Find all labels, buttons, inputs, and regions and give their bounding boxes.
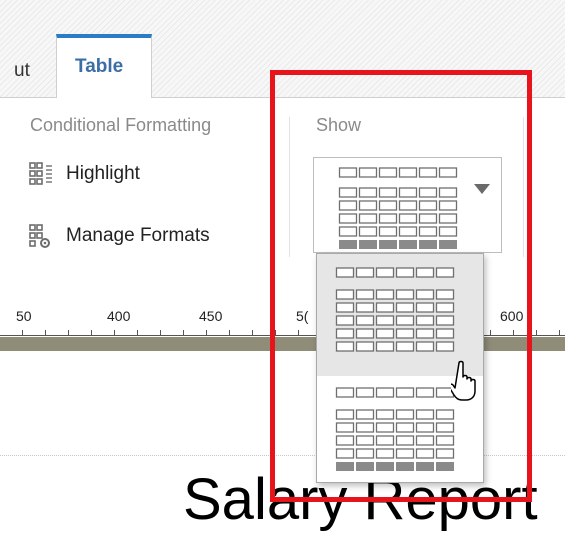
- ruler-tick: [298, 330, 299, 336]
- highlight-icon: [29, 162, 52, 185]
- tab-table-label: Table: [75, 56, 124, 77]
- group-divider: [289, 117, 290, 257]
- ruler-tick: [137, 330, 138, 336]
- ruler-tick: [206, 330, 207, 336]
- ruler-tick: [91, 330, 92, 336]
- manage-formats-label: Manage Formats: [66, 225, 210, 246]
- chevron-down-icon[interactable]: [474, 184, 490, 194]
- ruler-label: 50: [16, 308, 32, 324]
- show-title: Show: [316, 115, 362, 135]
- show-dropdown[interactable]: [313, 157, 502, 253]
- tab-table[interactable]: Table: [56, 34, 152, 98]
- ruler-label: 400: [107, 308, 131, 324]
- hand-cursor-icon: [451, 360, 476, 401]
- manage-formats-button[interactable]: Manage Formats: [28, 222, 210, 250]
- ruler-tick: [229, 330, 230, 336]
- ruler-tick: [160, 330, 161, 336]
- option-table-grid-plain[interactable]: [317, 254, 483, 376]
- tab-strip: ut Table: [0, 0, 565, 98]
- table-grid-plain-icon: [335, 267, 455, 352]
- highlight-button[interactable]: Highlight: [28, 160, 140, 188]
- ruler-label: 5(: [296, 308, 309, 324]
- ruler-tick: [536, 330, 537, 336]
- manage-formats-icon: [29, 224, 50, 248]
- ruler-tick: [183, 330, 184, 336]
- ruler-tick: [22, 330, 23, 336]
- ruler-tick: [490, 330, 491, 336]
- ruler-tick: [513, 330, 514, 336]
- group-divider-right: [523, 117, 524, 257]
- table-grid-with-totals-icon: [335, 387, 455, 471]
- ruler-label: 450: [199, 308, 223, 324]
- highlight-label: Highlight: [66, 163, 140, 184]
- ruler-tick: [114, 330, 115, 336]
- ruler-tick: [559, 330, 560, 336]
- conditional-formatting-title: Conditional Formatting: [30, 115, 212, 135]
- ruler-label: 600: [500, 308, 524, 324]
- table-grid-with-totals-icon: [338, 167, 458, 249]
- tab-layout-partial[interactable]: ut: [14, 60, 30, 82]
- ruler-tick: [252, 330, 253, 336]
- ruler-tick: [275, 330, 276, 336]
- ruler-tick: [45, 330, 46, 336]
- ruler-tick: [68, 330, 69, 336]
